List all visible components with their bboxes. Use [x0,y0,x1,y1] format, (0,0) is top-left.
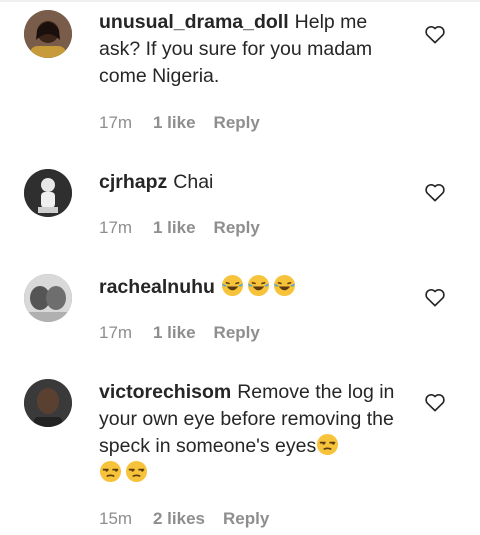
heart-outline-icon[interactable] [424,182,446,202]
laughing-crying-emoji [247,274,270,297]
comment-likes[interactable]: 2 likes [153,509,205,529]
laughing-crying-emoji [221,274,244,297]
comment-likes[interactable]: 1 like [153,218,196,238]
comment-time: 17m [99,323,133,342]
comment-username[interactable]: unusual_drama_doll [99,11,289,33]
avatar[interactable] [24,10,72,58]
comment-time: 17m [99,113,133,132]
comment-username[interactable]: victorechisom [99,381,231,403]
comment-text-block: unusual_drama_doll Help me ask? If you su… [99,9,409,90]
comment-username[interactable]: cjrhapz [99,171,167,193]
comment-username[interactable]: rachealnuhu [99,276,215,298]
reply-button[interactable]: Reply [223,509,269,529]
comment-time: 17m [99,218,133,237]
avatar[interactable] [24,274,72,322]
comment-likes[interactable]: 1 like [153,323,196,343]
comment-likes[interactable]: 1 like [153,113,196,133]
comment-meta: 17m 1 like Reply [99,113,260,133]
unamused-face-emoji [99,460,122,483]
comment-meta: 15m 2 likes Reply [99,509,269,529]
heart-outline-icon[interactable] [424,24,446,44]
comment-time: 15m [99,509,133,528]
laughing-crying-emoji [273,274,296,297]
comment-meta: 17m 1 like Reply [99,218,260,238]
comment-meta: 17m 1 like Reply [99,323,260,343]
comment-item: rachealnuhu 17m 1 like Reply [0,265,480,355]
reply-button[interactable]: Reply [214,323,260,343]
comment-text-block: rachealnuhu [99,274,409,301]
comment-text-block: cjrhapz Chai [99,169,409,196]
reply-button[interactable]: Reply [214,113,260,133]
comment-item: cjrhapz Chai 17m 1 like Reply [0,160,480,250]
comment-item: victorechisom Remove the log in your own … [0,370,480,535]
unamused-face-emoji [125,460,148,483]
avatar[interactable] [24,379,72,427]
comment-body: Chai [173,171,214,193]
comment-text-block: victorechisom Remove the log in your own … [99,379,409,487]
heart-outline-icon[interactable] [424,392,446,412]
avatar[interactable] [24,169,72,217]
comment-item: unusual_drama_doll Help me ask? If you su… [0,0,480,140]
heart-outline-icon[interactable] [424,287,446,307]
reply-button[interactable]: Reply [214,218,260,238]
unamused-face-emoji [316,433,339,456]
